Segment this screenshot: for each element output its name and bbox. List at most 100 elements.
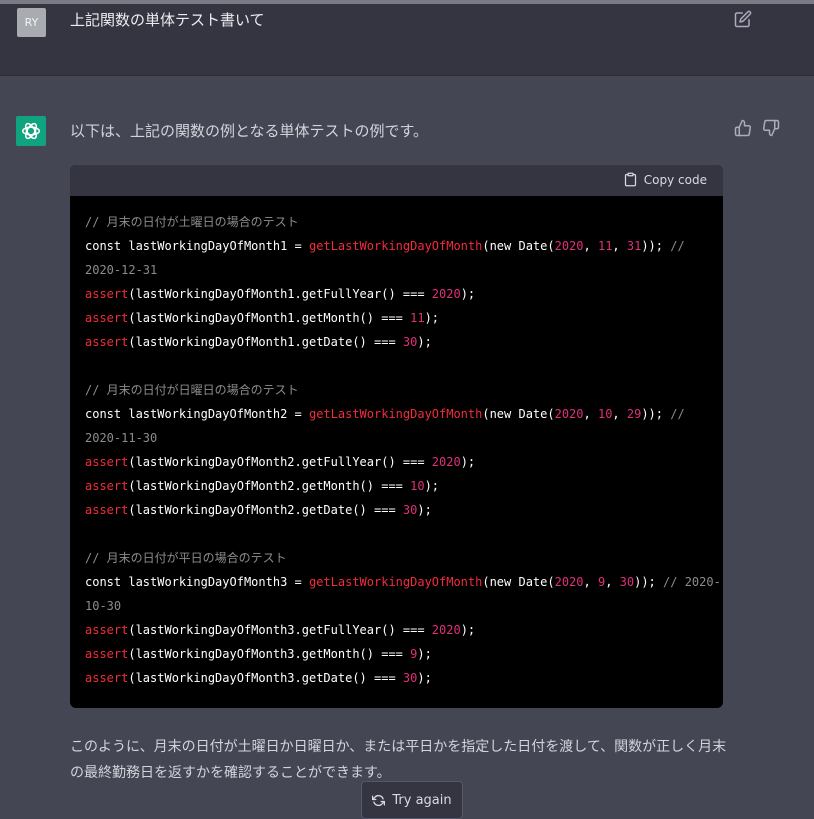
code-line: 2020-12-31 bbox=[85, 258, 723, 282]
code-token: 2020 bbox=[431, 287, 461, 301]
code-token: assert bbox=[85, 503, 129, 517]
code-token: 29 bbox=[626, 407, 642, 421]
code-line: assert(lastWorkingDayOfMonth1.getDate() … bbox=[85, 330, 723, 354]
try-again-label: Try again bbox=[392, 792, 452, 808]
code-line: assert(lastWorkingDayOfMonth2.getMonth()… bbox=[85, 474, 723, 498]
code-token: 10-30 bbox=[85, 599, 122, 613]
assistant-logo-icon bbox=[20, 120, 42, 142]
code-token: assert bbox=[85, 479, 129, 493]
copy-code-label: Copy code bbox=[643, 172, 707, 187]
code-token: assert bbox=[85, 287, 129, 301]
code-token: const lastWorkingDayOfMonth3 = bbox=[85, 575, 309, 589]
code-line: const lastWorkingDayOfMonth3 = getLastWo… bbox=[85, 570, 723, 594]
code-token: // bbox=[670, 407, 685, 421]
code-token: )); bbox=[641, 407, 671, 421]
code-token: // 月末の日付が土曜日の場合のテスト bbox=[85, 215, 299, 229]
code-token: ); bbox=[460, 623, 476, 637]
assistant-avatar bbox=[16, 116, 46, 146]
thumbs-up-icon[interactable] bbox=[734, 119, 752, 137]
code-line: assert(lastWorkingDayOfMonth1.getMonth()… bbox=[85, 306, 723, 330]
code-token: (lastWorkingDayOfMonth1.getDate() === bbox=[128, 335, 403, 349]
code-line: assert(lastWorkingDayOfMonth3.getDate() … bbox=[85, 666, 723, 690]
copy-code-button[interactable]: Copy code bbox=[623, 172, 707, 187]
code-token: ); bbox=[460, 455, 476, 469]
refresh-icon bbox=[372, 794, 386, 807]
edit-icon[interactable] bbox=[734, 10, 752, 28]
code-token: ); bbox=[417, 503, 432, 517]
code-token: 10 bbox=[410, 479, 425, 493]
user-message-row: RY 上記関数の単体テスト書いて bbox=[0, 4, 814, 76]
thumbs-down-icon[interactable] bbox=[762, 119, 780, 137]
try-again-button[interactable]: Try again bbox=[361, 781, 463, 819]
code-token: (lastWorkingDayOfMonth2.getDate() === bbox=[128, 503, 403, 517]
code-token: getLastWorkingDayOfMonth bbox=[308, 239, 483, 253]
code-token: 2020 bbox=[554, 239, 584, 253]
code-token: ); bbox=[460, 287, 476, 301]
code-line: assert(lastWorkingDayOfMonth2.getDate() … bbox=[85, 498, 723, 522]
code-token: , bbox=[605, 575, 620, 589]
code-token: 11 bbox=[597, 239, 613, 253]
code-token: ); bbox=[417, 335, 432, 349]
code-token: , bbox=[583, 239, 598, 253]
code-token: 31 bbox=[626, 239, 642, 253]
code-token: 2020-11-30 bbox=[85, 431, 158, 445]
assistant-outro-text: このように、月末の日付が土曜日か日曜日か、または平日かを指定した日付を渡して、関… bbox=[70, 739, 727, 781]
code-token: (lastWorkingDayOfMonth3.getMonth() === bbox=[128, 647, 411, 661]
code-token: 2020 bbox=[431, 455, 461, 469]
code-token: const lastWorkingDayOfMonth1 = bbox=[85, 239, 309, 253]
code-line: assert(lastWorkingDayOfMonth2.getFullYea… bbox=[85, 450, 723, 474]
code-token: 10 bbox=[597, 407, 613, 421]
code-token: 30 bbox=[402, 671, 418, 685]
code-line: assert(lastWorkingDayOfMonth3.getFullYea… bbox=[85, 618, 723, 642]
code-token: (lastWorkingDayOfMonth2.getFullYear() ==… bbox=[128, 455, 432, 469]
code-token: (lastWorkingDayOfMonth2.getMonth() === bbox=[128, 479, 411, 493]
code-token: ); bbox=[424, 311, 440, 325]
code-token: const lastWorkingDayOfMonth2 = bbox=[85, 407, 309, 421]
assistant-intro-text: 以下は、上記の関数の例となる単体テストの例です。 bbox=[70, 122, 429, 140]
code-token: assert bbox=[85, 311, 129, 325]
code-token: 30 bbox=[619, 575, 635, 589]
code-token: ); bbox=[424, 479, 440, 493]
code-token: 30 bbox=[402, 503, 418, 517]
code-line: // 月末の日付が土曜日の場合のテスト bbox=[85, 210, 723, 234]
code-token: assert bbox=[85, 335, 129, 349]
code-token: (lastWorkingDayOfMonth3.getDate() === bbox=[128, 671, 403, 685]
code-token: , bbox=[583, 407, 598, 421]
code-block: Copy code // 月末の日付が土曜日の場合のテスト const lastW… bbox=[70, 165, 723, 708]
code-token: ); bbox=[417, 647, 432, 661]
code-token: assert bbox=[85, 671, 129, 685]
code-token: ); bbox=[417, 671, 432, 685]
code-token: (lastWorkingDayOfMonth1.getFullYear() ==… bbox=[128, 287, 432, 301]
code-line: // 月末の日付が日曜日の場合のテスト bbox=[85, 378, 723, 402]
code-token: assert bbox=[85, 623, 129, 637]
user-avatar: RY bbox=[17, 8, 46, 37]
code-line: 2020-11-30 bbox=[85, 426, 723, 450]
code-token: (new Date( bbox=[482, 239, 555, 253]
code-line: const lastWorkingDayOfMonth1 = getLastWo… bbox=[85, 234, 723, 258]
code-token: // bbox=[670, 239, 685, 253]
code-token: getLastWorkingDayOfMonth bbox=[308, 407, 483, 421]
code-block-header: Copy code bbox=[70, 165, 723, 196]
code-token: , bbox=[612, 239, 627, 253]
user-message-text: 上記関数の単体テスト書いて bbox=[70, 11, 265, 29]
code-token: 2020 bbox=[554, 575, 584, 589]
code-line: assert(lastWorkingDayOfMonth1.getFullYea… bbox=[85, 282, 723, 306]
code-content: // 月末の日付が土曜日の場合のテスト const lastWorkingDayO… bbox=[70, 196, 723, 690]
code-token: 11 bbox=[410, 311, 425, 325]
code-token: 2020 bbox=[554, 407, 584, 421]
code-token: , bbox=[612, 407, 627, 421]
clipboard-icon bbox=[623, 172, 638, 187]
code-token: assert bbox=[85, 455, 129, 469]
code-token: // 2020- bbox=[663, 575, 721, 589]
code-token: // 月末の日付が平日の場合のテスト bbox=[85, 551, 287, 565]
code-token: (new Date( bbox=[482, 575, 555, 589]
code-token: (new Date( bbox=[482, 407, 555, 421]
code-line: assert(lastWorkingDayOfMonth3.getMonth()… bbox=[85, 642, 723, 666]
code-line: const lastWorkingDayOfMonth2 = getLastWo… bbox=[85, 402, 723, 426]
code-token: , bbox=[583, 575, 598, 589]
code-line: 10-30 bbox=[85, 594, 723, 618]
code-token: )); bbox=[634, 575, 664, 589]
code-token: )); bbox=[641, 239, 671, 253]
